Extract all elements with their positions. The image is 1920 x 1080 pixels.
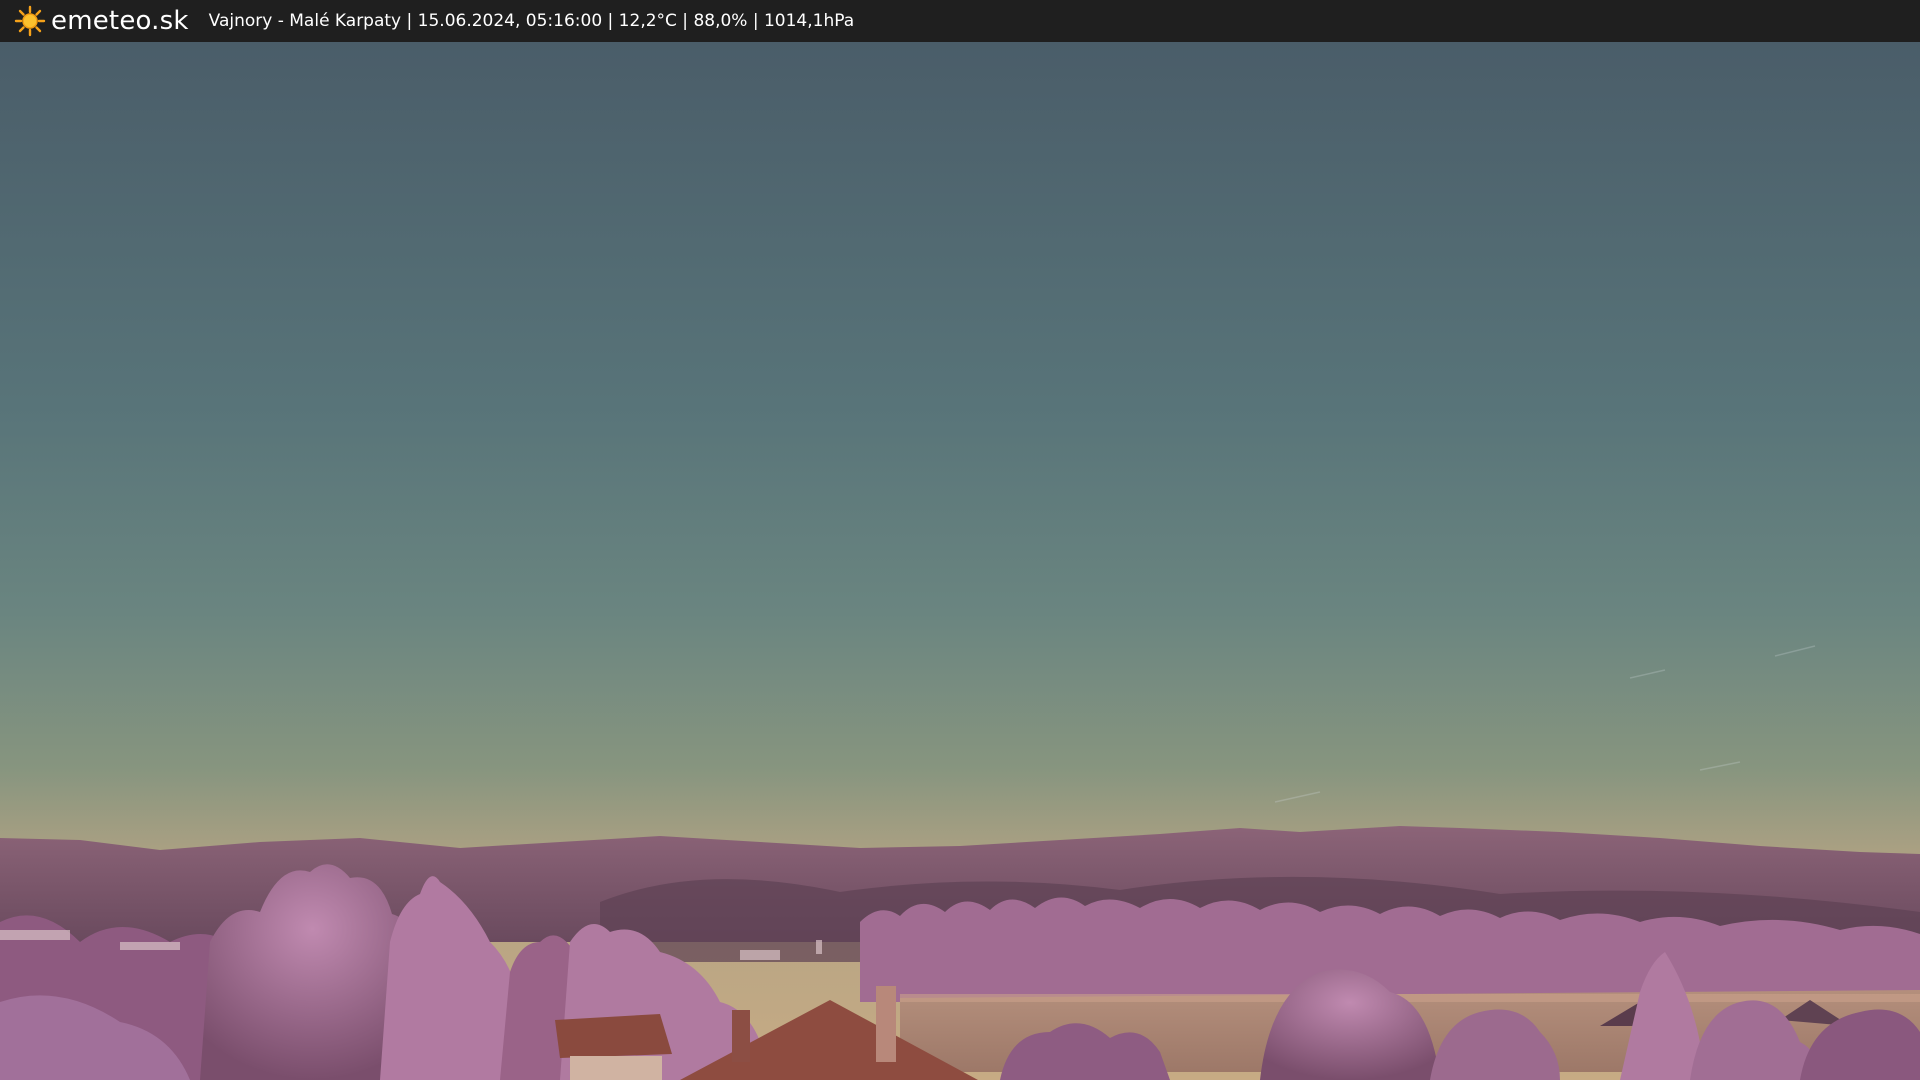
brand-logo: emeteo.sk [14,5,189,37]
caption-bar: emeteo.sk Vajnory - Malé Karpaty | 15.06… [0,0,1920,42]
brand-name: emeteo.sk [51,6,189,36]
webcam-frame: emeteo.sk Vajnory - Malé Karpaty | 15.06… [0,0,1920,1080]
webcam-image [0,42,1920,1080]
weather-caption: Vajnory - Malé Karpaty | 15.06.2024, 05:… [208,11,855,31]
sun-icon [14,5,46,37]
